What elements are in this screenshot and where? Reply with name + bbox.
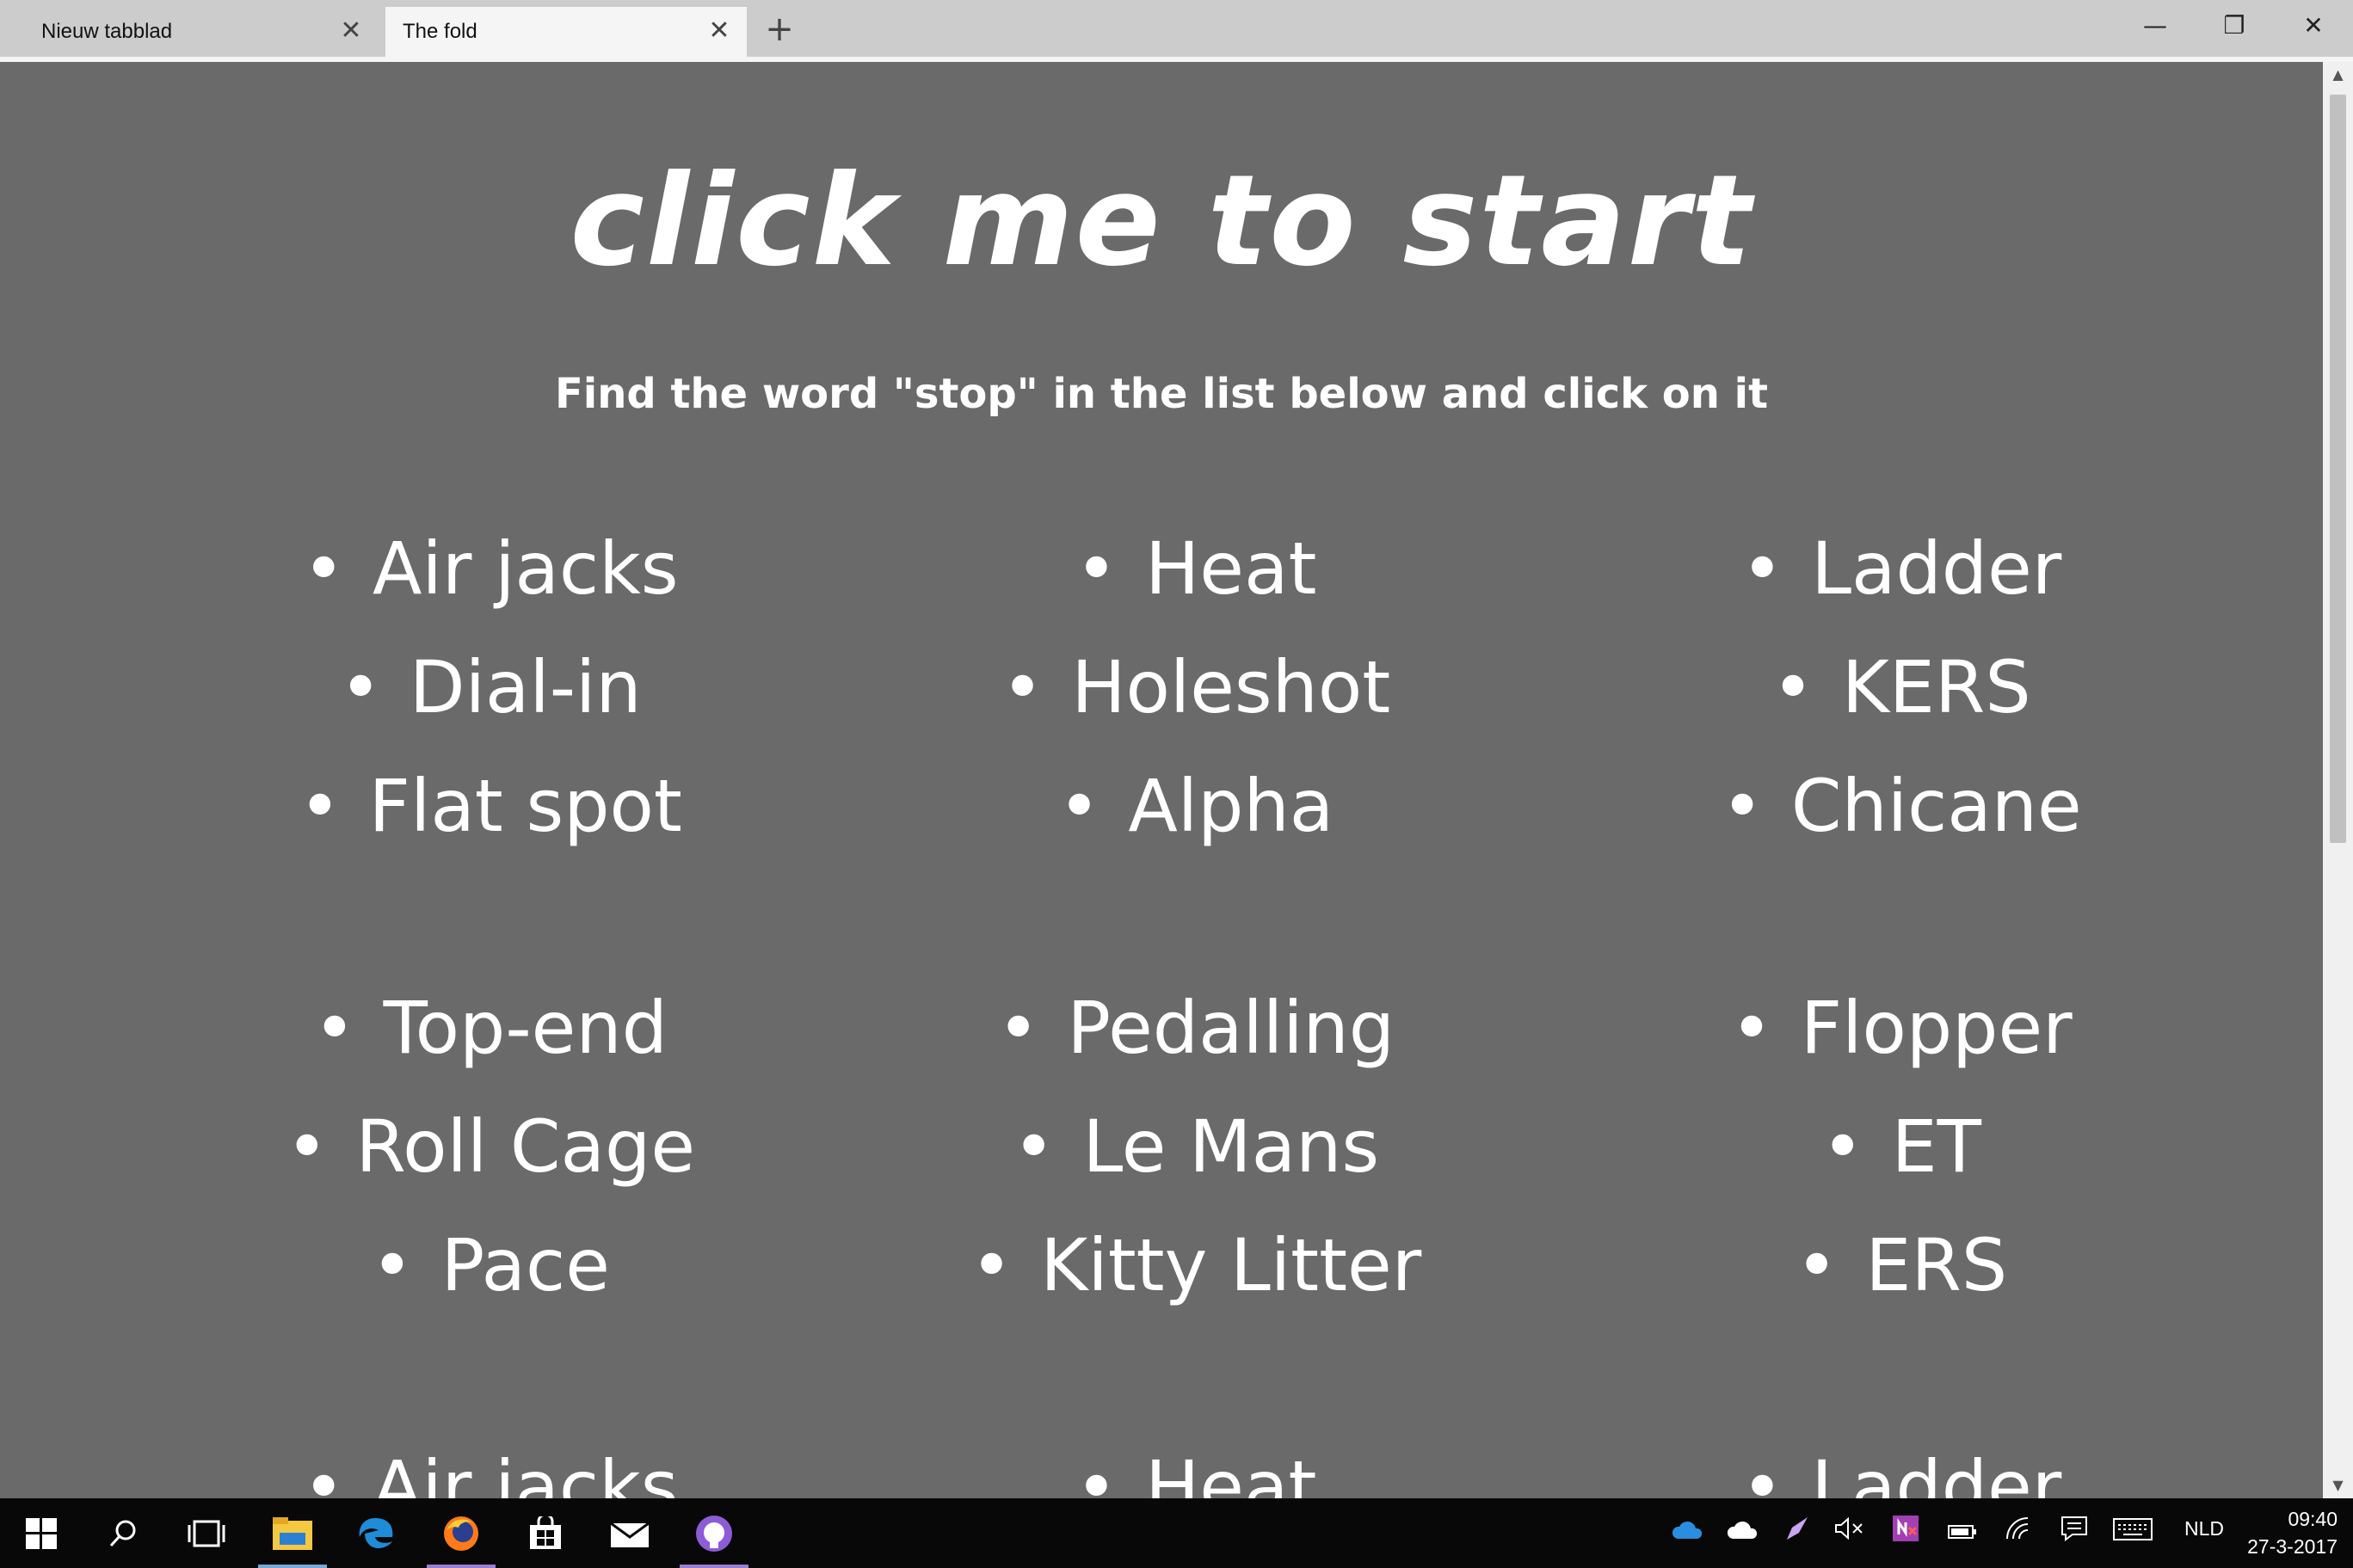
word-list: Air jacks Dial-in Flat spot <box>103 509 878 865</box>
active-app-indicator <box>680 1565 748 1568</box>
list-item[interactable]: Heat <box>809 509 1583 628</box>
tab-the-fold[interactable]: The fold ✕ <box>385 7 747 57</box>
windows-start-icon[interactable] <box>0 1498 83 1568</box>
search-icon[interactable] <box>83 1498 165 1568</box>
window-close-button[interactable]: ✕ <box>2283 7 2344 45</box>
list-item[interactable]: Roll Cage <box>103 1087 878 1206</box>
minimize-button[interactable]: — <box>2125 7 2185 45</box>
tab-label: The fold <box>403 20 477 43</box>
vertical-scrollbar[interactable]: ▲ ▼ <box>2323 62 2353 1498</box>
list-item[interactable]: Heat <box>809 1428 1583 1498</box>
scroll-up-icon[interactable]: ▲ <box>2323 62 2353 88</box>
word-list: Heat Holeshot Alpha <box>809 509 1583 865</box>
instruction-text: Find the word "stop" in the list below a… <box>554 370 1769 418</box>
tab-label: Nieuw tabblad <box>41 20 173 43</box>
system-clock[interactable]: 09:40 27-3-2017 <box>2247 1505 2338 1560</box>
onedrive-icon[interactable] <box>1666 1516 1709 1550</box>
list-item[interactable]: Flat spot <box>103 747 878 865</box>
list-item[interactable]: Top-end <box>103 968 878 1087</box>
github-icon[interactable] <box>673 1498 755 1568</box>
word-list: Heat <box>809 1428 1583 1498</box>
firefox-icon[interactable] <box>420 1498 502 1568</box>
mail-icon[interactable] <box>588 1498 671 1568</box>
list-item[interactable]: ET <box>1514 1087 2288 1206</box>
active-app-indicator <box>427 1565 496 1568</box>
word-list: Ladder <box>1514 1428 2288 1498</box>
pen-icon[interactable] <box>1776 1516 1819 1550</box>
list-item[interactable]: Holeshot <box>809 628 1583 747</box>
cloud-icon[interactable] <box>1721 1516 1764 1550</box>
list-item[interactable]: Chicane <box>1514 747 2288 865</box>
list-item[interactable]: Ladder <box>1514 509 2288 628</box>
active-app-indicator <box>258 1565 327 1568</box>
onenote-icon[interactable] <box>1884 1516 1927 1550</box>
action-center-icon[interactable] <box>2053 1516 2096 1550</box>
language-indicator[interactable]: NLD <box>2184 1517 2224 1540</box>
word-list: Pedalling Le Mans Kitty Litter <box>809 968 1583 1325</box>
wifi-icon[interactable] <box>1998 1516 2041 1550</box>
task-view-icon[interactable] <box>165 1498 248 1568</box>
edge-icon[interactable] <box>334 1498 416 1568</box>
list-item[interactable]: Dial-in <box>103 628 878 747</box>
word-list: Air jacks <box>103 1428 878 1498</box>
list-item[interactable]: Kitty Litter <box>809 1206 1583 1325</box>
scroll-down-icon[interactable]: ▼ <box>2323 1473 2353 1498</box>
tab-close-icon[interactable]: ✕ <box>339 18 363 44</box>
word-list: Flopper ET ERS <box>1514 968 2288 1325</box>
list-item[interactable]: Pedalling <box>809 968 1583 1087</box>
tab-close-icon[interactable]: ✕ <box>707 18 731 44</box>
browser-title-bar: Nieuw tabblad ✕ The fold ✕ + — ❐ ✕ <box>0 0 2353 57</box>
store-icon[interactable] <box>504 1498 587 1568</box>
list-item[interactable]: Pace <box>103 1206 878 1325</box>
volume-muted-icon[interactable] <box>1827 1516 1870 1550</box>
windows-taskbar: NLD 09:40 27-3-2017 <box>0 1498 2353 1568</box>
list-item[interactable]: Alpha <box>809 747 1583 865</box>
list-item[interactable]: ERS <box>1514 1206 2288 1325</box>
list-item[interactable]: KERS <box>1514 628 2288 747</box>
list-item[interactable]: Ladder <box>1514 1428 2288 1498</box>
list-item[interactable]: Le Mans <box>809 1087 1583 1206</box>
list-item[interactable]: Flopper <box>1514 968 2288 1087</box>
scrollbar-thumb[interactable] <box>2330 95 2346 843</box>
file-explorer-icon[interactable] <box>251 1498 334 1568</box>
battery-icon[interactable] <box>1941 1516 1984 1550</box>
start-title[interactable]: click me to start <box>0 148 2323 294</box>
word-list: Top-end Roll Cage Pace <box>103 968 878 1325</box>
clock-time: 09:40 <box>2288 1508 2338 1530</box>
restore-button[interactable]: ❐ <box>2204 7 2264 45</box>
clock-date: 27-3-2017 <box>2247 1535 2338 1558</box>
page-content: click me to start Find the word "stop" i… <box>0 62 2323 1498</box>
tab-nieuw-tabblad[interactable]: Nieuw tabblad ✕ <box>0 7 379 57</box>
list-item[interactable]: Air jacks <box>103 1428 878 1498</box>
word-list: Ladder KERS Chicane <box>1514 509 2288 865</box>
keyboard-icon[interactable] <box>2111 1516 2154 1550</box>
list-item[interactable]: Air jacks <box>103 509 878 628</box>
new-tab-button[interactable]: + <box>761 10 798 48</box>
